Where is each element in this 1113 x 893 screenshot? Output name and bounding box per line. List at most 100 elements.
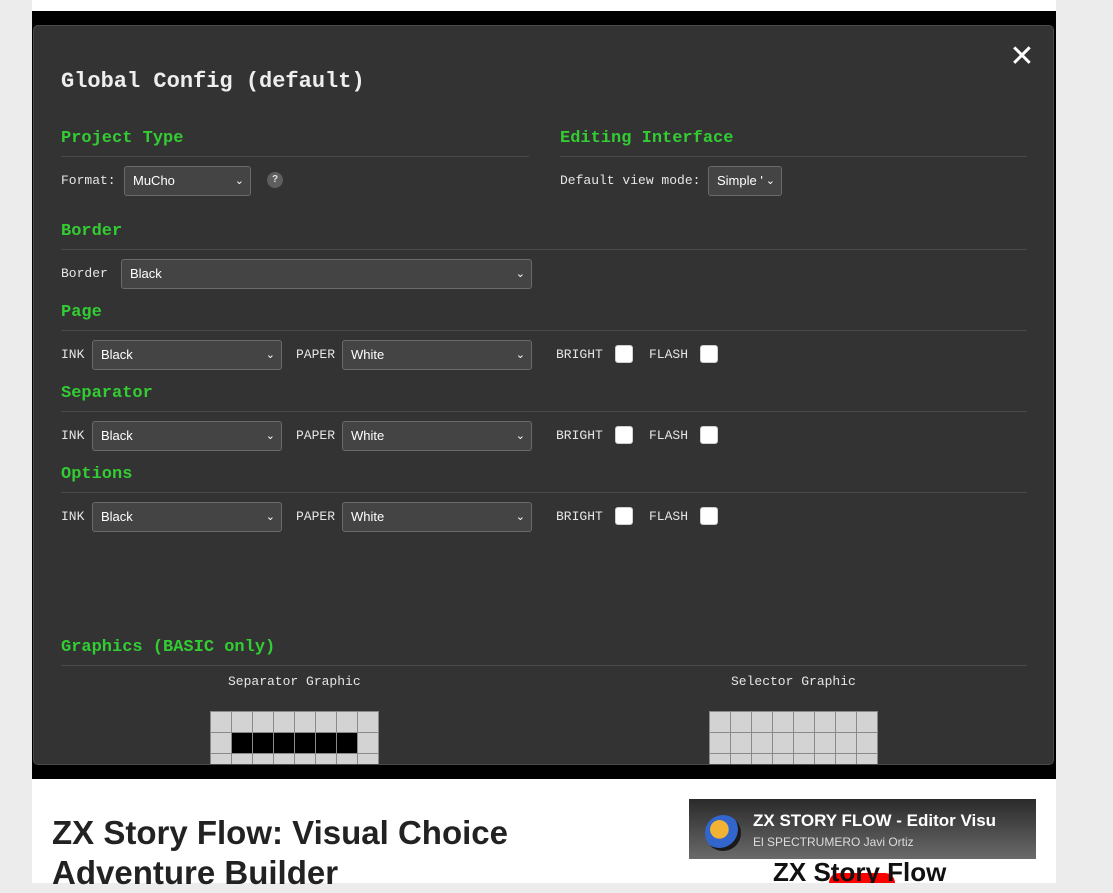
page-flash-checkbox[interactable] bbox=[700, 345, 718, 363]
page-paper-select[interactable]: White ⌄ bbox=[342, 340, 532, 370]
page-ink-select[interactable]: Black ⌄ bbox=[92, 340, 282, 370]
article-title: ZX Story Flow: Visual Choice Adventure B… bbox=[52, 814, 508, 891]
chevron-down-icon: ⌄ bbox=[515, 511, 525, 523]
divider bbox=[61, 156, 529, 157]
pixel-cell[interactable] bbox=[211, 754, 231, 764]
page-paper-label: PAPER bbox=[296, 347, 336, 362]
separator-ink-label: INK bbox=[61, 428, 85, 443]
section-title-separator: Separator bbox=[61, 384, 153, 403]
video-title[interactable]: ZX STORY FLOW - Editor Visu bbox=[753, 811, 1029, 831]
format-select[interactable]: MuCho ⌄ bbox=[124, 166, 251, 196]
divider bbox=[560, 156, 1027, 157]
help-icon[interactable]: ? bbox=[267, 172, 283, 188]
separator-ink-select[interactable]: Black ⌄ bbox=[92, 421, 282, 451]
pixel-cell[interactable] bbox=[773, 754, 793, 764]
pixel-cell[interactable] bbox=[274, 712, 294, 732]
pixel-cell[interactable] bbox=[316, 733, 336, 753]
pixel-cell[interactable] bbox=[836, 754, 856, 764]
pixel-cell[interactable] bbox=[211, 733, 231, 753]
separator-flash-checkbox[interactable] bbox=[700, 426, 718, 444]
pixel-cell[interactable] bbox=[295, 712, 315, 732]
chevron-down-icon: ⌄ bbox=[515, 430, 525, 442]
pixel-cell[interactable] bbox=[773, 712, 793, 732]
separator-graphic-editor[interactable] bbox=[210, 711, 379, 764]
modal-title: Global Config (default) bbox=[61, 69, 365, 94]
page-ink-value: Black bbox=[101, 347, 133, 362]
section-title-editing-interface: Editing Interface bbox=[560, 129, 734, 148]
page-bright-checkbox[interactable] bbox=[615, 345, 633, 363]
pixel-cell[interactable] bbox=[857, 733, 877, 753]
separator-bright-label: BRIGHT bbox=[556, 428, 603, 443]
pixel-cell[interactable] bbox=[773, 733, 793, 753]
pixel-cell[interactable] bbox=[253, 733, 273, 753]
selector-graphic-editor[interactable] bbox=[709, 711, 878, 764]
options-ink-select[interactable]: Black ⌄ bbox=[92, 502, 282, 532]
pixel-cell[interactable] bbox=[316, 754, 336, 764]
border-label: Border bbox=[61, 266, 108, 281]
pixel-cell[interactable] bbox=[211, 712, 231, 732]
chevron-down-icon: ⌄ bbox=[515, 268, 525, 280]
pixel-cell[interactable] bbox=[815, 754, 835, 764]
options-flash-checkbox[interactable] bbox=[700, 507, 718, 525]
pixel-cell[interactable] bbox=[358, 712, 378, 732]
channel-avatar[interactable] bbox=[705, 815, 741, 851]
pixel-cell[interactable] bbox=[316, 712, 336, 732]
pixel-cell[interactable] bbox=[337, 733, 357, 753]
pixel-cell[interactable] bbox=[253, 754, 273, 764]
page-paper-value: White bbox=[351, 347, 385, 362]
pixel-cell[interactable] bbox=[337, 712, 357, 732]
pixel-cell[interactable] bbox=[731, 712, 751, 732]
pixel-cell[interactable] bbox=[731, 733, 751, 753]
pixel-cell[interactable] bbox=[752, 712, 772, 732]
view-mode-label: Default view mode: bbox=[560, 173, 701, 188]
pixel-cell[interactable] bbox=[337, 754, 357, 764]
pixel-cell[interactable] bbox=[794, 712, 814, 732]
pixel-cell[interactable] bbox=[857, 712, 877, 732]
pixel-cell[interactable] bbox=[295, 733, 315, 753]
options-bright-checkbox[interactable] bbox=[615, 507, 633, 525]
pixel-cell[interactable] bbox=[752, 733, 772, 753]
pixel-cell[interactable] bbox=[232, 754, 252, 764]
section-title-options: Options bbox=[61, 465, 133, 484]
divider bbox=[61, 249, 1027, 250]
pixel-cell[interactable] bbox=[794, 733, 814, 753]
divider bbox=[61, 492, 1027, 493]
pixel-cell[interactable] bbox=[274, 733, 294, 753]
pixel-cell[interactable] bbox=[358, 733, 378, 753]
global-config-modal: ✕ Global Config (default) Project Type F… bbox=[33, 25, 1054, 765]
pixel-cell[interactable] bbox=[836, 733, 856, 753]
options-ink-label: INK bbox=[61, 509, 85, 524]
pixel-cell[interactable] bbox=[710, 754, 730, 764]
pixel-cell[interactable] bbox=[710, 733, 730, 753]
close-icon[interactable]: ✕ bbox=[1009, 42, 1035, 72]
pixel-cell[interactable] bbox=[295, 754, 315, 764]
pixel-cell[interactable] bbox=[857, 754, 877, 764]
pixel-cell[interactable] bbox=[710, 712, 730, 732]
pixel-cell[interactable] bbox=[253, 712, 273, 732]
separator-paper-select[interactable]: White ⌄ bbox=[342, 421, 532, 451]
pixel-cell[interactable] bbox=[815, 733, 835, 753]
options-paper-value: White bbox=[351, 509, 385, 524]
page-ink-label: INK bbox=[61, 347, 85, 362]
pixel-cell[interactable] bbox=[794, 754, 814, 764]
view-mode-value: Simple ' bbox=[717, 173, 763, 188]
separator-bright-checkbox[interactable] bbox=[615, 426, 633, 444]
pixel-cell[interactable] bbox=[358, 754, 378, 764]
pixel-cell[interactable] bbox=[815, 712, 835, 732]
pixel-cell[interactable] bbox=[731, 754, 751, 764]
pixel-cell[interactable] bbox=[752, 754, 772, 764]
border-select[interactable]: Black ⌄ bbox=[121, 259, 532, 289]
video-embed[interactable]: ZX STORY FLOW - Editor Visu El SPECTRUME… bbox=[689, 799, 1036, 883]
section-title-graphics: Graphics (BASIC only) bbox=[61, 638, 276, 657]
page-bright-label: BRIGHT bbox=[556, 347, 603, 362]
view-mode-select[interactable]: Simple ' ⌄ bbox=[708, 166, 782, 196]
pixel-cell[interactable] bbox=[836, 712, 856, 732]
pixel-cell[interactable] bbox=[232, 733, 252, 753]
options-paper-select[interactable]: White ⌄ bbox=[342, 502, 532, 532]
pixel-cell[interactable] bbox=[274, 754, 294, 764]
pixel-cell[interactable] bbox=[232, 712, 252, 732]
options-flash-label: FLASH bbox=[649, 509, 689, 524]
format-value: MuCho bbox=[133, 173, 175, 188]
selector-graphic-label: Selector Graphic bbox=[731, 674, 856, 689]
chevron-down-icon: ⌄ bbox=[765, 175, 775, 187]
